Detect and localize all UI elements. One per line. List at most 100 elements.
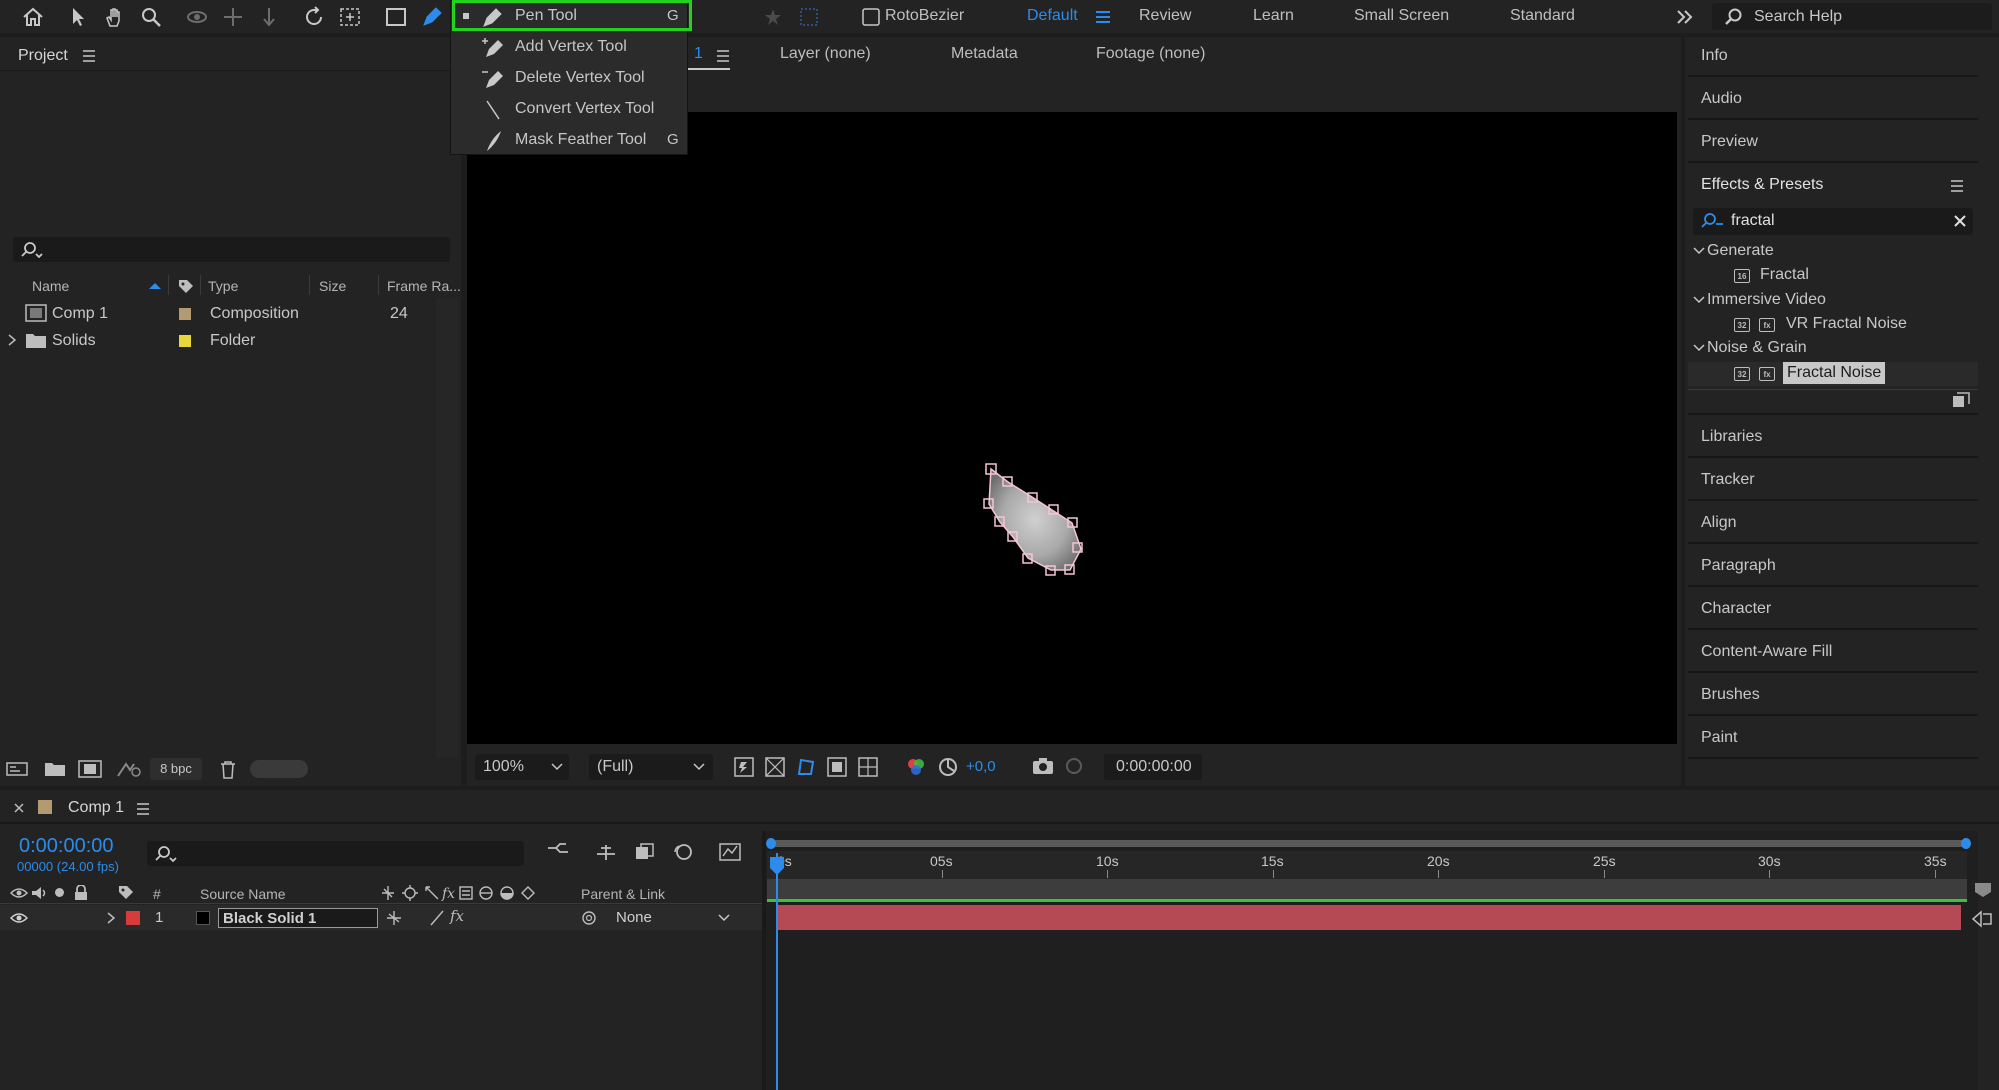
project-scrollbar[interactable] xyxy=(436,298,458,758)
project-search-input[interactable] xyxy=(13,237,450,262)
column-type[interactable]: Type xyxy=(208,278,238,294)
project-panel-menu-icon[interactable] xyxy=(82,50,96,62)
tab-metadata[interactable]: Metadata xyxy=(951,45,1018,63)
zoom-slider-handle[interactable] xyxy=(1973,882,1993,898)
timeline-split-divider[interactable] xyxy=(762,831,766,1090)
tab-footage[interactable]: Footage (none) xyxy=(1096,45,1205,63)
layer-duration-bar[interactable] xyxy=(776,905,1961,930)
solo-icon[interactable] xyxy=(55,888,64,897)
graph-editor-icon[interactable] xyxy=(718,840,742,862)
draft-3d-icon[interactable] xyxy=(595,842,617,862)
new-preset-icon[interactable] xyxy=(1952,392,1970,408)
rotobezier-checkbox[interactable] xyxy=(857,3,885,31)
mask-visibility-icon[interactable] xyxy=(795,756,817,778)
timeline-comp-tab[interactable]: Comp 1 xyxy=(68,799,124,817)
zoom-dropdown[interactable]: 100% xyxy=(475,754,569,780)
category-noise-grain[interactable]: Noise & Grain xyxy=(1707,339,1807,357)
project-row-solids[interactable]: Solids Folder xyxy=(0,328,455,354)
frame-blending-icon[interactable] xyxy=(634,842,656,862)
effect-vr-fractal-noise[interactable]: VR Fractal Noise xyxy=(1786,315,1907,333)
viewer-tab-menu-icon[interactable] xyxy=(716,50,730,62)
navigator-end-handle[interactable] xyxy=(1961,838,1971,849)
menu-item-delete-vertex[interactable]: Delete Vertex Tool xyxy=(451,63,687,94)
pen-tool-icon[interactable] xyxy=(418,3,446,31)
rotation-tool-icon[interactable] xyxy=(300,3,328,31)
workspace-learn[interactable]: Learn xyxy=(1253,7,1294,25)
panel-brushes[interactable]: Brushes xyxy=(1701,686,1760,704)
interpret-footage-icon[interactable] xyxy=(6,760,30,778)
rectangle-tool-icon[interactable] xyxy=(382,3,410,31)
selection-tool-icon[interactable] xyxy=(64,3,92,31)
label-column-icon[interactable] xyxy=(177,278,195,296)
layer-quality-switch-icon[interactable] xyxy=(428,909,446,927)
composition-canvas[interactable] xyxy=(467,112,1677,744)
panel-align[interactable]: Align xyxy=(1701,514,1737,532)
motion-blur-icon[interactable] xyxy=(671,842,693,862)
workspace-small-screen[interactable]: Small Screen xyxy=(1354,7,1449,25)
pan-camera-icon[interactable] xyxy=(219,3,247,31)
thumbnail-slider[interactable] xyxy=(250,760,308,778)
effects-panel-menu-icon[interactable] xyxy=(1950,180,1964,192)
sort-ascending-icon[interactable] xyxy=(148,282,162,290)
panel-tracker[interactable]: Tracker xyxy=(1701,471,1755,489)
close-icon[interactable] xyxy=(14,803,24,813)
grid-guides-icon[interactable] xyxy=(857,756,879,778)
more-workspaces-icon[interactable] xyxy=(1671,3,1699,31)
pick-whip-icon[interactable] xyxy=(580,910,598,926)
audio-icon[interactable] xyxy=(31,886,49,900)
zoom-tool-icon[interactable] xyxy=(137,3,165,31)
layer-end-marker-icon[interactable] xyxy=(1971,910,1993,928)
new-composition-icon[interactable] xyxy=(78,760,102,778)
panel-content-aware-fill[interactable]: Content-Aware Fill xyxy=(1701,643,1832,661)
new-folder-icon[interactable] xyxy=(44,760,66,778)
panel-audio[interactable]: Audio xyxy=(1701,90,1742,108)
timeline-tab-menu-icon[interactable] xyxy=(136,803,150,815)
exposure-value[interactable]: +0,0 xyxy=(966,758,996,775)
layer-name-field[interactable]: Black Solid 1 xyxy=(218,908,378,928)
clear-search-icon[interactable] xyxy=(1953,214,1967,228)
chevron-down-icon[interactable] xyxy=(1693,295,1705,305)
category-immersive-video[interactable]: Immersive Video xyxy=(1707,291,1826,309)
tab-layer[interactable]: Layer (none) xyxy=(780,45,871,63)
workspace-default[interactable]: Default xyxy=(1027,7,1078,25)
region-of-interest-icon[interactable] xyxy=(826,756,848,778)
column-name[interactable]: Name xyxy=(32,278,69,294)
panel-libraries[interactable]: Libraries xyxy=(1701,428,1762,446)
label-color-swatch[interactable] xyxy=(179,308,191,320)
fractal-noise-mask-shape[interactable] xyxy=(467,112,1677,744)
panel-info[interactable]: Info xyxy=(1701,47,1728,65)
time-navigator[interactable] xyxy=(770,840,1970,847)
pan-behind-tool-icon[interactable] xyxy=(336,3,364,31)
color-channels-icon[interactable] xyxy=(905,756,927,778)
effect-fractal-noise[interactable]: Fractal Noise xyxy=(1783,362,1886,384)
viewer-timecode[interactable]: 0:00:00:00 xyxy=(1104,754,1202,780)
column-parent-link[interactable]: Parent & Link xyxy=(581,886,665,902)
dolly-camera-icon[interactable] xyxy=(255,3,283,31)
fast-previews-icon[interactable] xyxy=(733,756,755,778)
layer-shy-switch-icon[interactable] xyxy=(385,909,403,927)
comp-tab-label[interactable]: 1 xyxy=(694,45,703,63)
workspace-standard[interactable]: Standard xyxy=(1510,7,1575,25)
composition-flowchart-icon[interactable] xyxy=(546,842,570,862)
expand-arrow-icon[interactable] xyxy=(8,334,16,346)
menu-item-pen-tool[interactable]: Pen Tool G xyxy=(451,1,687,32)
menu-item-convert-vertex[interactable]: Convert Vertex Tool xyxy=(451,94,687,125)
label-color-swatch[interactable] xyxy=(179,335,191,347)
effect-fractal[interactable]: Fractal xyxy=(1760,266,1809,284)
resolution-dropdown[interactable]: (Full) xyxy=(589,754,713,780)
category-generate[interactable]: Generate xyxy=(1707,242,1774,260)
hand-tool-icon[interactable] xyxy=(101,3,129,31)
effects-search-input[interactable]: fractal xyxy=(1693,208,1973,235)
column-frame-rate[interactable]: Frame Ra... xyxy=(387,278,461,294)
transparency-grid-icon[interactable] xyxy=(764,756,786,778)
navigator-start-handle[interactable] xyxy=(766,838,776,849)
label-column-icon[interactable] xyxy=(117,884,135,902)
trash-icon[interactable] xyxy=(219,760,237,780)
show-snapshot-icon[interactable] xyxy=(1063,756,1085,776)
layer-visibility-icon[interactable] xyxy=(10,912,28,924)
lock-icon[interactable] xyxy=(74,885,88,901)
panel-effects-presets[interactable]: Effects & Presets xyxy=(1701,176,1823,194)
workspace-menu-icon[interactable] xyxy=(1089,3,1117,31)
home-icon[interactable] xyxy=(19,3,47,31)
expand-arrow-icon[interactable] xyxy=(107,912,115,924)
